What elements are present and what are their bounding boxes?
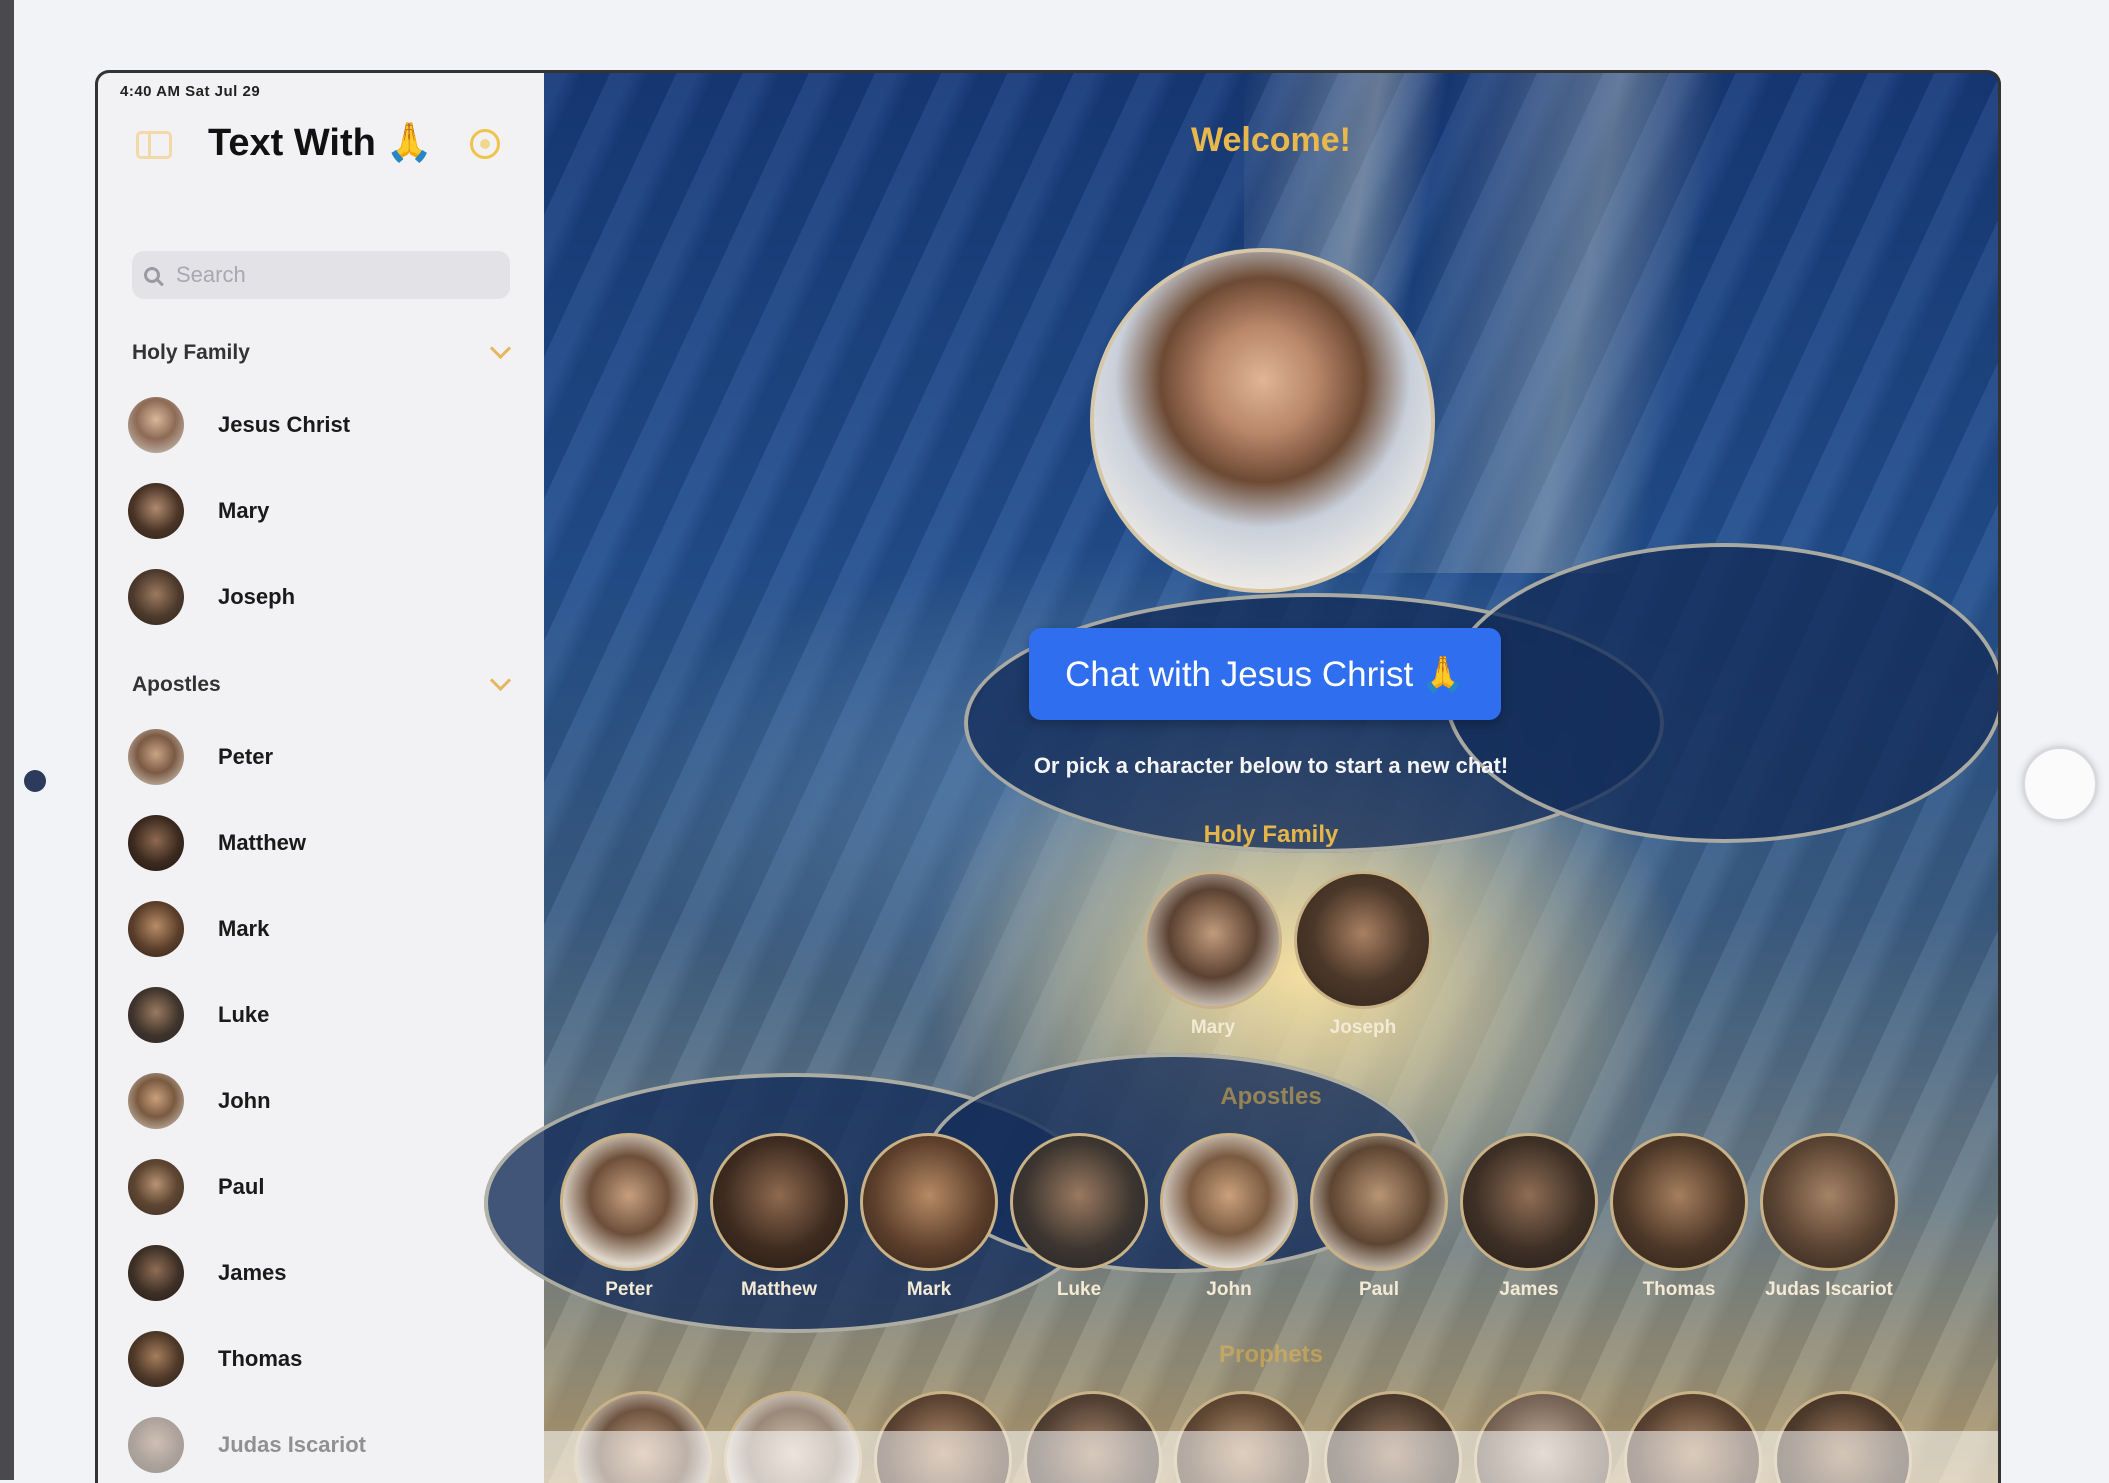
sidebar-item-label: Jesus Christ [218,412,351,437]
sidebar-item-label: Peter [218,744,274,769]
bottom-fade-overlay [544,1431,1998,1483]
character-label: Joseph [1329,1017,1397,1038]
sidebar-item-jesus-christ[interactable]: Jesus Christ [128,393,518,457]
section-header-apostles[interactable]: Apostles [132,673,221,697]
character-label: Paul [1358,1279,1400,1300]
avatar [860,1133,998,1271]
sidebar-item-label: Mary [218,498,270,523]
avatar [128,729,184,785]
praying-hands-icon: 🙏 [1421,654,1465,694]
sidebar-item-label: Thomas [218,1346,303,1371]
character-label: Thomas [1642,1279,1716,1300]
character-card-john[interactable]: John [1160,1133,1298,1301]
prophets-header: Prophets [1218,1341,1323,1368]
avatar [128,1159,184,1215]
avatar [128,1073,184,1129]
character-label: James [1499,1279,1559,1300]
app-title-text: Text With [208,122,376,164]
character-label: Luke [1056,1279,1102,1300]
praying-hands-icon: 🙏 [385,122,434,164]
avatar [1010,1133,1148,1271]
avatar [710,1133,848,1271]
home-button[interactable] [2022,746,2098,822]
character-card-james[interactable]: James [1460,1133,1598,1301]
new-chat-icon[interactable] [470,129,500,159]
avatar [128,397,184,453]
character-card-joseph[interactable]: Joseph [1294,871,1432,1039]
holy-family-header: Holy Family [1203,821,1339,848]
sidebar-item-paul[interactable]: Paul [128,1155,518,1219]
avatar [1294,871,1432,1009]
sidebar-item-thomas[interactable]: Thomas [128,1327,518,1391]
sidebar-item-judas-iscariot[interactable]: Judas Iscariot [128,1413,518,1477]
avatar [128,901,184,957]
sidebar-item-matthew[interactable]: Matthew [128,811,518,875]
avatar [128,1245,184,1301]
search-icon [144,267,160,283]
sidebar-item-luke[interactable]: Luke [128,983,518,1047]
avatar [128,815,184,871]
camera-dot [24,770,46,792]
avatar [128,569,184,625]
sidebar-item-label: Judas Iscariot [218,1432,366,1457]
avatar [1760,1133,1898,1271]
chat-button-label: Chat with Jesus Christ [1065,654,1414,694]
section-header-holy-family[interactable]: Holy Family [132,341,250,365]
device-bezel [0,0,14,1480]
sidebar-item-label: Mark [218,916,270,941]
chevron-down-icon[interactable] [489,337,512,360]
sidebar-item-label: Joseph [218,584,296,609]
sidebar-item-label: John [218,1088,271,1113]
character-label: Matthew [741,1279,817,1300]
chat-with-jesus-button[interactable]: Chat with Jesus Christ 🙏 [1029,628,1501,720]
character-card-mark[interactable]: Mark [860,1133,998,1301]
avatar [1160,1133,1298,1271]
sidebar-item-label: Paul [218,1174,265,1199]
character-label: John [1206,1279,1252,1300]
character-card-peter[interactable]: Peter [560,1133,698,1301]
sidebar-item-john[interactable]: John [128,1069,518,1133]
jesus-christ-avatar[interactable] [1090,248,1435,593]
character-card-luke[interactable]: Luke [1010,1133,1148,1301]
chevron-down-icon[interactable] [489,669,512,692]
avatar [1144,871,1282,1009]
avatar [1610,1133,1748,1271]
app-title: Text With 🙏 [208,121,433,165]
search-bar[interactable] [132,251,510,299]
character-card-mary[interactable]: Mary [1144,871,1282,1039]
avatar [1310,1133,1448,1271]
status-time: 4:40 AM Sat Jul 29 [120,83,261,100]
character-label: Judas Iscariot [1765,1279,1893,1300]
sidebar-item-james[interactable]: James [128,1241,518,1305]
sidebar-item-label: James [218,1260,287,1285]
sidebar-item-label: Matthew [218,830,306,855]
character-card-thomas[interactable]: Thomas [1610,1133,1748,1301]
welcome-panel: Welcome! Chat with Jesus Christ 🙏 Or pick… [484,73,1998,1483]
sidebar-item-peter[interactable]: Peter [128,725,518,789]
pick-character-hint: Or pick a character below to start a new… [1033,753,1509,778]
apostles-header: Apostles [1220,1083,1322,1110]
avatar [128,987,184,1043]
sidebar-item-mark[interactable]: Mark [128,897,518,961]
sidebar-item-mary[interactable]: Mary [128,479,518,543]
avatar [128,483,184,539]
character-label: Mary [1190,1017,1236,1038]
sidebar: 4:40 AM Sat Jul 29 Text With🙏 Holy Famil… [98,73,545,1483]
sidebar-toggle-icon[interactable] [136,131,172,159]
search-input[interactable] [174,261,478,289]
character-card-matthew[interactable]: Matthew [710,1133,848,1301]
welcome-title: Welcome! [1191,121,1351,159]
avatar [128,1417,184,1473]
ipad-screen: 4:40 AM Sat Jul 29 Text With🙏 Holy Famil… [95,70,2001,1483]
character-label: Mark [906,1279,952,1300]
character-card-paul[interactable]: Paul [1310,1133,1448,1301]
character-label: Peter [605,1279,653,1300]
character-card-judas-iscariot[interactable]: Judas Iscariot [1760,1133,1898,1301]
avatar [1460,1133,1598,1271]
cloud [1444,543,1998,843]
sidebar-item-joseph[interactable]: Joseph [128,565,518,629]
avatar [128,1331,184,1387]
avatar [560,1133,698,1271]
sidebar-item-label: Luke [218,1002,270,1027]
